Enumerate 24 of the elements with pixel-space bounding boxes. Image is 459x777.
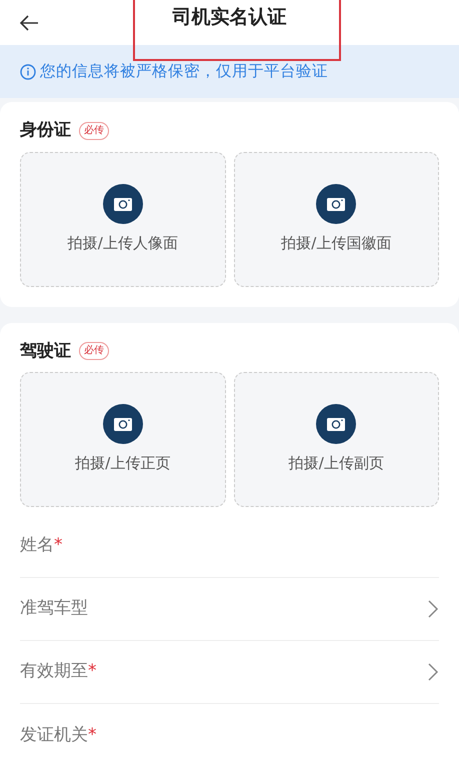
section-title: 驾驶证 xyxy=(20,340,71,362)
required-tag: 必传 xyxy=(79,122,109,140)
notice-text: 您的信息将被严格保密，仅用于平台验证 xyxy=(40,60,328,82)
required-mark: * xyxy=(88,660,96,684)
section-title: 身份证 xyxy=(20,119,71,142)
camera-icon xyxy=(316,404,356,444)
chevron-right-icon[interactable] xyxy=(427,599,439,619)
upload-button[interactable]: 拍摄/上传人像面 xyxy=(20,152,226,286)
required-tag: 必传 xyxy=(79,342,109,360)
field-label: 准驾车型 xyxy=(20,597,88,620)
camera-icon xyxy=(102,184,143,224)
chevron-right-icon[interactable] xyxy=(427,662,439,682)
required-mark: * xyxy=(54,534,62,558)
camera-icon xyxy=(316,184,356,224)
camera-icon xyxy=(102,404,143,444)
required-mark: * xyxy=(88,724,96,747)
field-label: 发证机关 xyxy=(20,724,88,747)
page-title: 司机实名认证 xyxy=(172,6,286,29)
upload-button[interactable]: 拍摄/上传副页 xyxy=(234,372,439,507)
field-label: 姓名 xyxy=(20,534,54,558)
field-label: 有效期至 xyxy=(20,660,88,684)
upload-button[interactable]: 拍摄/上传正页 xyxy=(20,372,226,507)
upload-button[interactable]: 拍摄/上传国徽面 xyxy=(234,152,439,286)
info-icon xyxy=(20,64,36,80)
